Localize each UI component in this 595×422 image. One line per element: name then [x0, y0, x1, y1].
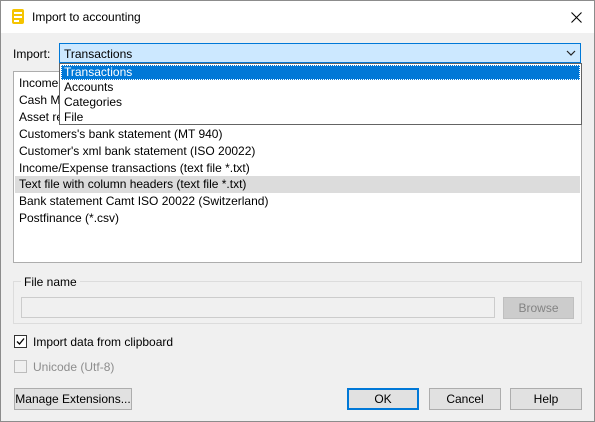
list-item-selected[interactable]: Text file with column headers (text file…	[15, 176, 580, 193]
help-button[interactable]: Help	[510, 388, 582, 410]
unicode-option[interactable]: Unicode (Utf-8)	[14, 359, 214, 375]
window-title: Import to accounting	[32, 10, 141, 24]
list-item[interactable]: Bank statement Camt ISO 20022 (Switzerla…	[19, 193, 268, 210]
list-item[interactable]: Income/Expense transactions (text file *…	[19, 160, 250, 177]
dropdown-option-transactions[interactable]: Transactions	[61, 65, 580, 80]
clipboard-option[interactable]: Import data from clipboard	[14, 334, 214, 350]
file-name-input[interactable]	[21, 297, 495, 318]
browse-button[interactable]: Browse	[503, 297, 574, 319]
dropdown-option-accounts[interactable]: Accounts	[61, 80, 580, 95]
manage-extensions-button[interactable]: Manage Extensions...	[14, 388, 132, 410]
list-item[interactable]: Customers's bank statement (MT 940)	[19, 126, 222, 143]
title-bar: Import to accounting	[1, 1, 594, 33]
import-type-value: Transactions	[64, 47, 133, 61]
clipboard-label: Import data from clipboard	[33, 335, 174, 349]
import-type-dropdown: Transactions Accounts Categories File	[59, 63, 582, 125]
close-button[interactable]	[563, 4, 589, 30]
cancel-button[interactable]: Cancel	[429, 388, 501, 410]
list-item[interactable]: Cash M	[19, 92, 60, 109]
clipboard-checkbox[interactable]	[14, 335, 27, 348]
import-label: Import:	[13, 47, 51, 61]
unicode-checkbox[interactable]	[14, 360, 27, 373]
import-dialog: Import to accounting Import: Transaction…	[0, 0, 595, 422]
close-icon	[570, 11, 582, 23]
file-name-group-title: File name	[21, 275, 80, 289]
list-item[interactable]: Asset re	[19, 109, 63, 126]
list-item[interactable]: Income	[19, 75, 58, 92]
banana-app-icon	[12, 9, 24, 24]
dropdown-option-categories[interactable]: Categories	[61, 95, 580, 110]
unicode-label: Unicode (Utf-8)	[33, 360, 115, 374]
dropdown-option-file[interactable]: File	[61, 110, 580, 125]
import-type-select[interactable]: Transactions	[59, 43, 581, 63]
list-item[interactable]: Customer's xml bank statement (ISO 20022…	[19, 143, 255, 160]
list-item[interactable]: Postfinance (*.csv)	[19, 210, 119, 227]
checkmark-icon	[16, 338, 25, 345]
chevron-down-icon	[566, 50, 576, 56]
ok-button[interactable]: OK	[347, 388, 419, 410]
